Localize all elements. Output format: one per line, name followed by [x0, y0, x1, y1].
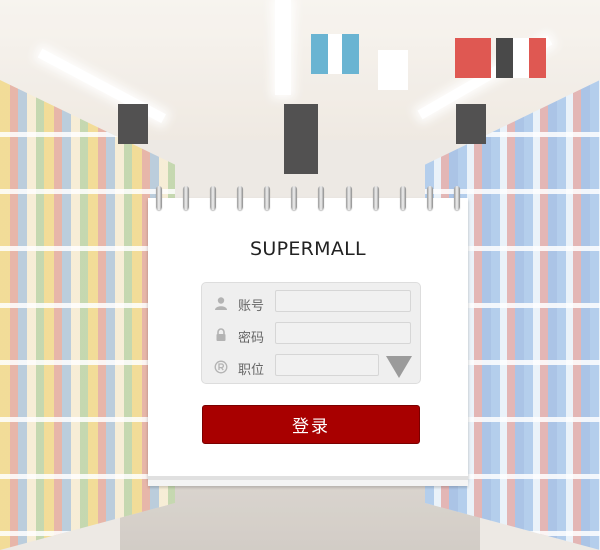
ring: [399, 186, 406, 210]
triangle-down-icon[interactable]: [385, 355, 413, 379]
password-row: 密码: [202, 322, 420, 348]
role-label: 职位: [238, 363, 265, 378]
ring: [318, 186, 325, 210]
user-icon: [214, 295, 228, 310]
registered-icon: [214, 359, 228, 374]
login-card: SUPERMALL 账号 密码 职位 登录: [148, 198, 468, 486]
ring: [372, 186, 379, 210]
password-label: 密码: [238, 331, 265, 346]
notebook-rings: [148, 186, 468, 212]
role-row: 职位: [202, 354, 420, 380]
ring: [183, 186, 190, 210]
account-input[interactable]: [275, 290, 411, 312]
lock-icon: [214, 327, 228, 341]
ring: [264, 186, 271, 210]
login-form: 账号 密码 职位: [201, 282, 421, 384]
ring: [345, 186, 352, 210]
app-title: SUPERMALL: [250, 238, 366, 260]
ring: [453, 186, 460, 210]
ring: [237, 186, 244, 210]
ring: [156, 186, 162, 210]
ring: [210, 186, 217, 210]
account-row: 账号: [202, 290, 420, 316]
ring: [426, 186, 433, 210]
ring: [291, 186, 298, 210]
password-input[interactable]: [275, 322, 411, 344]
login-button[interactable]: 登录: [202, 405, 420, 444]
account-label: 账号: [238, 299, 265, 314]
role-select[interactable]: [275, 354, 379, 376]
